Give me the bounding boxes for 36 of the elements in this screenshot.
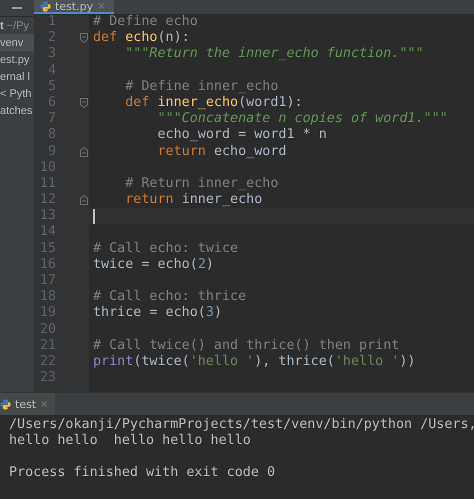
tree-item-path: ~/Py — [6, 20, 29, 32]
console-output-line: hello hello hello hello hello — [9, 433, 252, 449]
code-line: """Concatenate n copies of word1.""" — [156, 111, 448, 128]
project-tree-item[interactable]: atches — [0, 102, 34, 119]
code-line: def inner_echo(word1): — [124, 94, 303, 112]
run-tab[interactable]: test × — [0, 393, 55, 415]
project-tree-item[interactable]: < Pyth — [0, 85, 34, 102]
python-icon — [40, 0, 51, 12]
code-line: # Call echo: twice — [93, 240, 238, 257]
code-line: # Define inner_echo — [124, 78, 278, 95]
text-caret — [93, 208, 95, 224]
unfold-icon[interactable] — [80, 146, 88, 157]
project-tree-item[interactable]: venv — [0, 34, 34, 51]
code-line: # Return inner_echo — [124, 176, 278, 192]
unfold-icon[interactable] — [80, 195, 88, 206]
code-line: twice = echo(2) — [93, 256, 214, 274]
code-line: # Call echo: thrice — [93, 289, 246, 306]
code-line: """Return the inner_echo function.""" — [124, 46, 424, 63]
project-tree-item[interactable]: est.py — [0, 51, 34, 68]
code-line: echo_word = word1 * n — [156, 127, 327, 144]
code-line: thrice = echo(3) — [93, 305, 222, 322]
code-line: def echo(n): — [93, 30, 190, 46]
fold-icon[interactable] — [80, 33, 88, 44]
console-output-line: /Users/okanji/PycharmProjects/test/venv/bin/python /Users, — [9, 417, 474, 433]
code-line: print(twice('hello '), thrice('hello ')) — [93, 354, 416, 370]
tree-item-label: t — [0, 20, 4, 32]
project-tree-item[interactable]: ernal l — [0, 68, 34, 85]
fold-icon[interactable] — [80, 98, 88, 108]
python-icon — [0, 398, 11, 410]
code-line: return echo_word — [156, 144, 286, 160]
code-line: # Define echo — [93, 14, 198, 30]
console-output-line: Process finished with exit code 0 — [9, 465, 276, 481]
project-tree-item[interactable]: t ~/Py — [0, 17, 34, 34]
code-line: # Call twice() and thrice() then print — [93, 338, 400, 354]
code-line: return inner_echo — [124, 192, 262, 208]
editor-tab[interactable]: test.py × — [34, 0, 114, 14]
